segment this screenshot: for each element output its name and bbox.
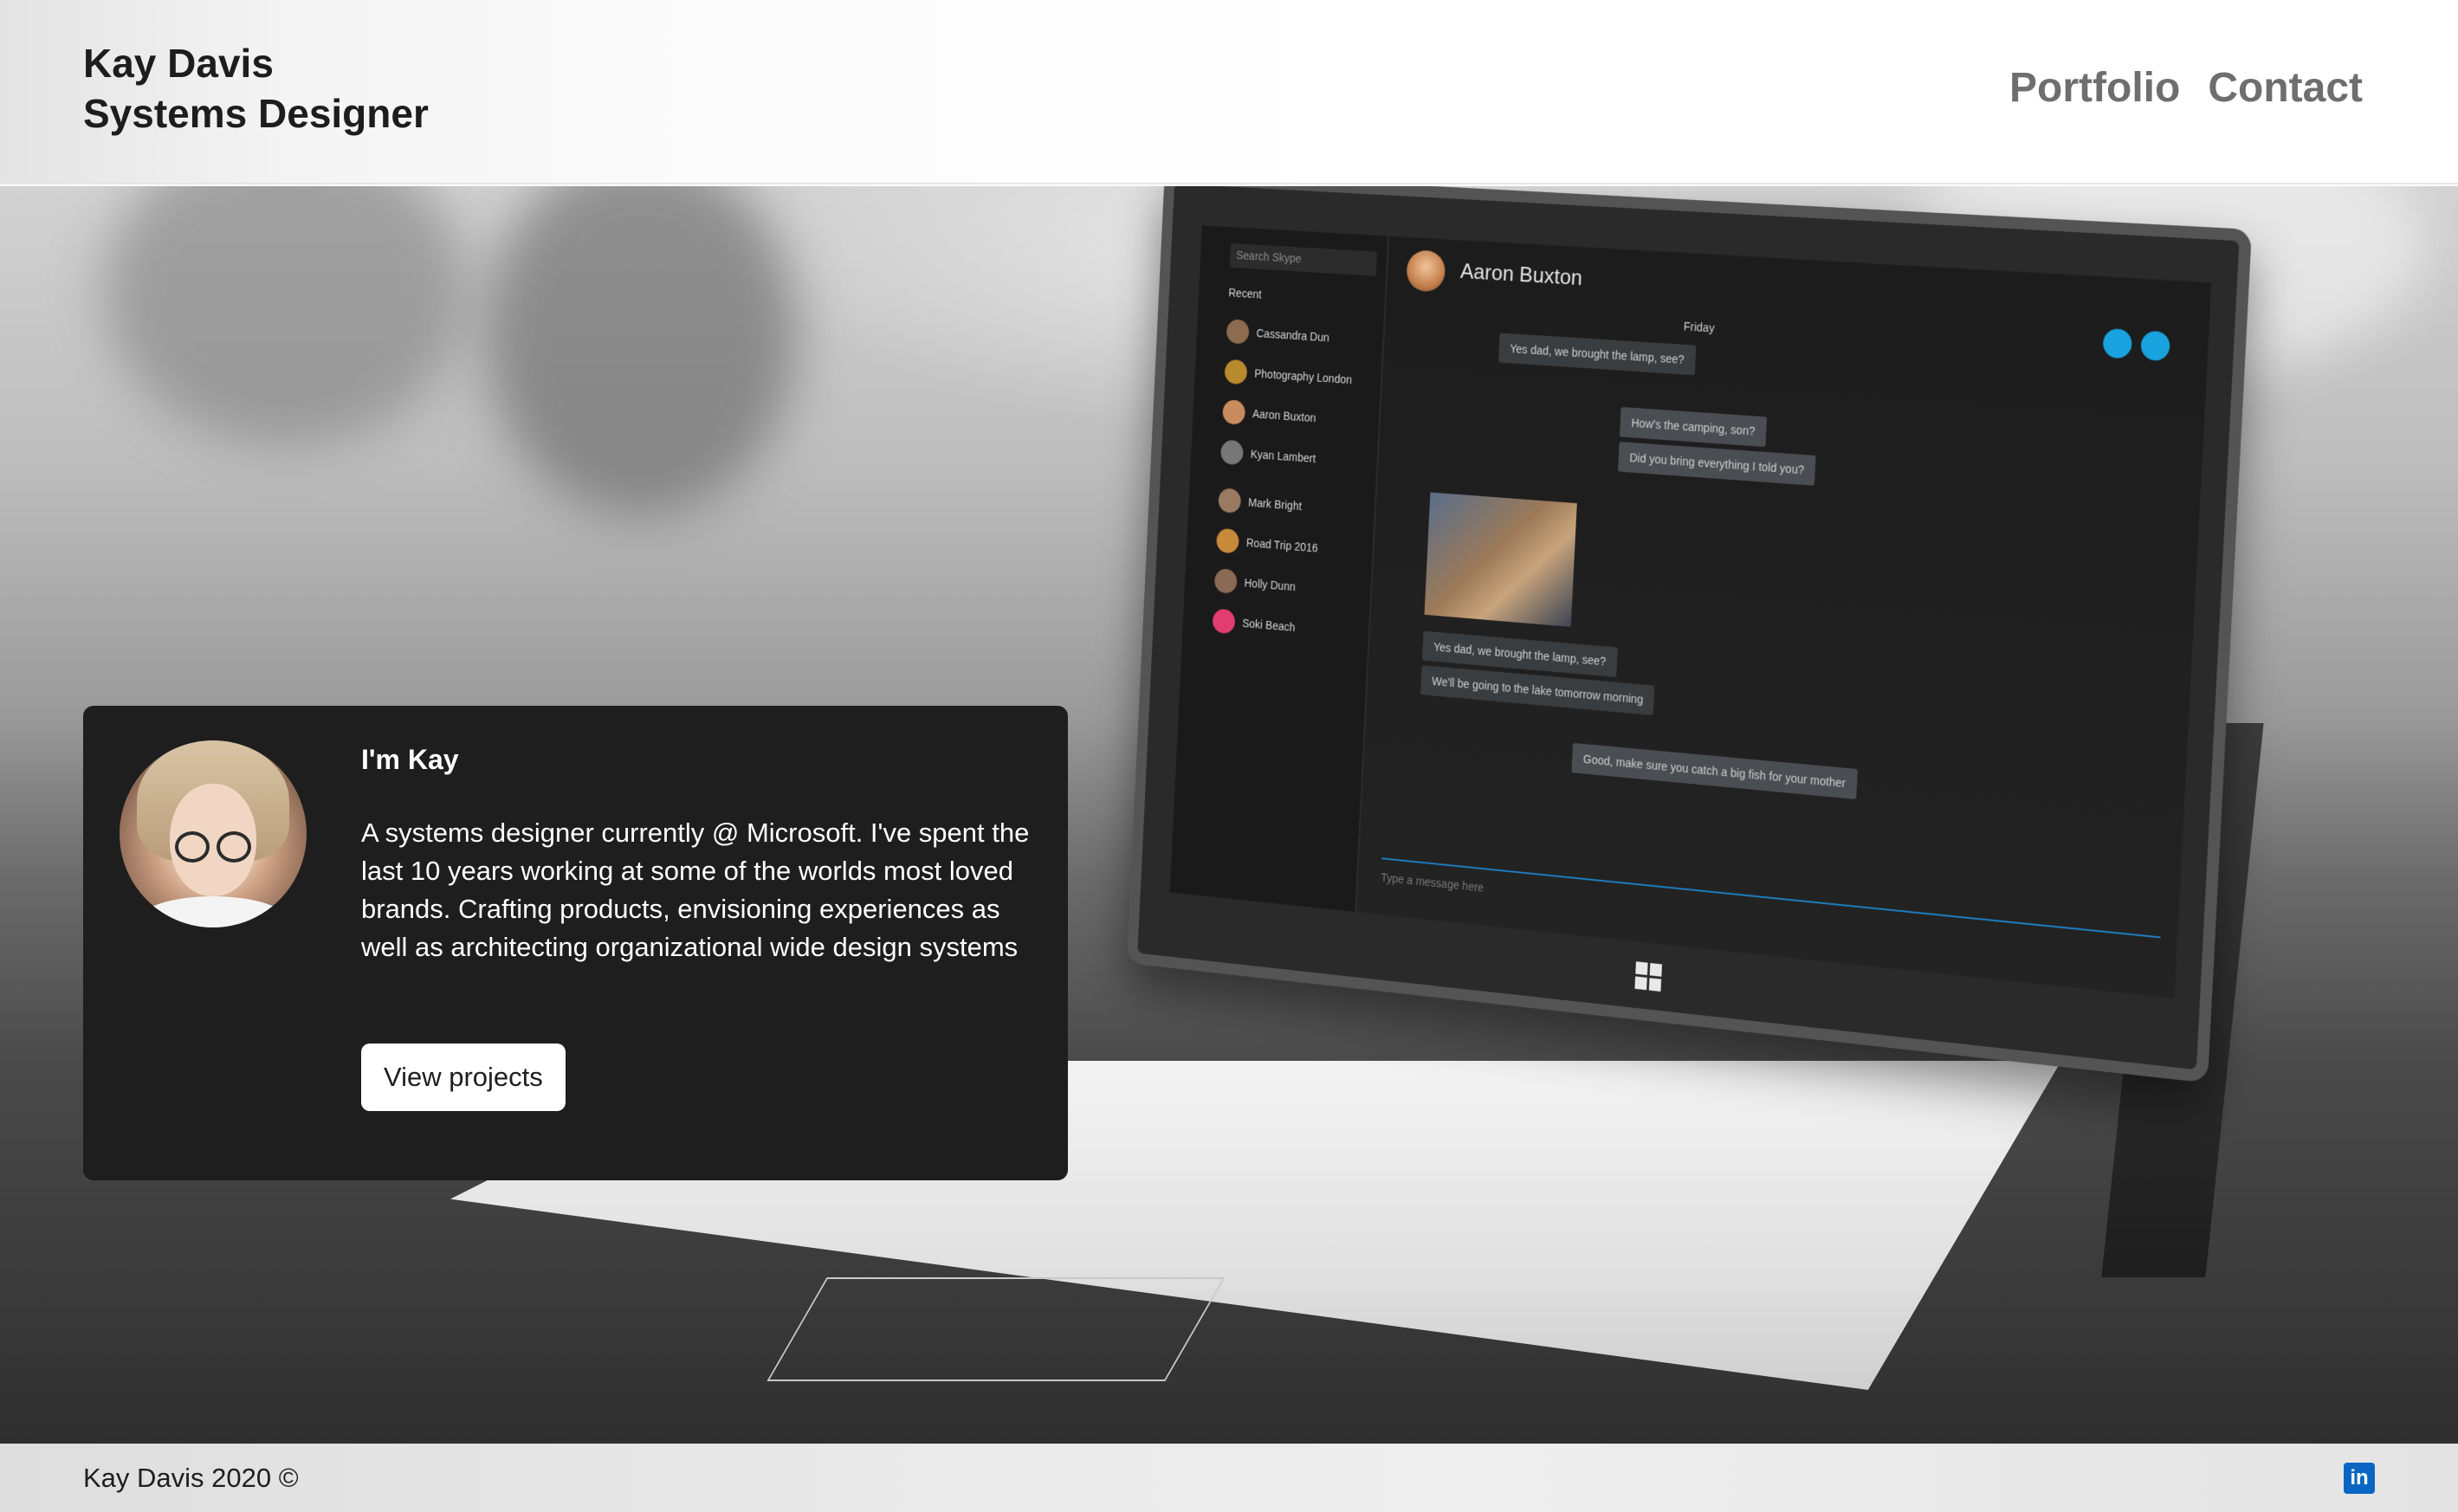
chat-avatar	[1406, 249, 1446, 293]
contact-avatar	[1220, 440, 1244, 466]
contact-avatar	[1222, 399, 1245, 425]
main-nav: Portfolio Contact	[2009, 61, 2363, 116]
glasses-lens	[175, 831, 210, 863]
site-footer: Kay Davis 2020 © in	[0, 1444, 2458, 1512]
contact-name: Kyan Lambert	[1251, 448, 1316, 465]
chat-contact-name: Aaron Buxton	[1459, 258, 1582, 291]
site-header: Kay Davis Systems Designer Portfolio Con…	[0, 0, 2458, 184]
background-blur	[485, 186, 797, 515]
video-call-icon	[2102, 328, 2132, 359]
tablet-trackpad	[767, 1277, 1225, 1381]
intro-heading: I'm Kay	[361, 740, 459, 779]
brand[interactable]: Kay Davis Systems Designer	[83, 38, 429, 139]
chat-message: How's the camping, son?	[1620, 407, 1767, 447]
chat-message: We'll be going to the lake tomorrow morn…	[1420, 665, 1655, 715]
contact-avatar	[1214, 568, 1238, 594]
intro-card: I'm Kay A systems designer currently @ M…	[83, 706, 1068, 1180]
nav-contact-link[interactable]: Contact	[2208, 61, 2363, 116]
tablet-device: Search Skype Recent Cassandra Dun Photog…	[1127, 186, 2252, 1083]
hero-section: Search Skype Recent Cassandra Dun Photog…	[0, 186, 2458, 1444]
app-contact: Photography London	[1224, 356, 1375, 397]
linkedin-icon[interactable]: in	[2344, 1463, 2375, 1494]
contact-name: Road Trip 2016	[1246, 536, 1318, 554]
app-contact: Mark Bright	[1218, 485, 1369, 527]
tablet-screen: Search Skype Recent Cassandra Dun Photog…	[1170, 225, 2212, 998]
chat-message: Good, make sure you catch a big fish for…	[1571, 743, 1857, 799]
app-contact: Kyan Lambert	[1220, 436, 1372, 478]
chat-message: Yes dad, we brought the lamp, see?	[1498, 333, 1696, 375]
avatar-shirt	[137, 896, 289, 927]
contact-name: Soki Beach	[1242, 617, 1296, 634]
app-contact: Road Trip 2016	[1216, 525, 1368, 567]
contact-name: Cassandra Dun	[1256, 326, 1329, 344]
app-contact: Holly Dunn	[1214, 565, 1366, 608]
app-contact: Cassandra Dun	[1226, 316, 1377, 357]
contact-avatar	[1226, 319, 1250, 345]
copyright-text: Kay Davis 2020 ©	[83, 1461, 299, 1496]
app-contact: Soki Beach	[1212, 605, 1363, 649]
background-blur	[104, 186, 468, 446]
intro-description: A systems designer currently @ Microsoft…	[361, 814, 1045, 966]
app-sidebar: Search Skype Recent Cassandra Dun Photog…	[1170, 225, 1389, 912]
view-projects-button[interactable]: View projects	[361, 1044, 566, 1111]
brand-name: Kay Davis	[83, 38, 429, 88]
contact-name: Mark Bright	[1248, 495, 1302, 513]
nav-portfolio-link[interactable]: Portfolio	[2009, 61, 2180, 116]
day-separator: Friday	[1672, 311, 1726, 344]
chat-photo	[1425, 493, 1577, 627]
glasses-lens	[217, 831, 251, 863]
phone-call-icon	[2140, 331, 2170, 362]
profile-avatar	[120, 740, 307, 927]
app-recent-label: Recent	[1228, 277, 1380, 317]
app-contact: Aaron Buxton	[1222, 396, 1374, 437]
brand-role: Systems Designer	[83, 88, 429, 139]
contact-name: Photography London	[1254, 367, 1352, 387]
app-search-input: Search Skype	[1230, 243, 1377, 276]
chat-message: Did you bring everything I told you?	[1618, 442, 1816, 486]
windows-logo-icon	[1634, 961, 1663, 992]
contact-name: Holly Dunn	[1244, 576, 1296, 593]
contact-avatar	[1216, 528, 1239, 554]
contact-avatar	[1224, 359, 1247, 385]
contact-avatar	[1212, 608, 1235, 634]
contact-avatar	[1218, 488, 1241, 514]
contact-name: Aaron Buxton	[1252, 407, 1316, 424]
chat-compose-input: Type a message here	[1380, 857, 2160, 979]
recent-label: Recent	[1228, 286, 1262, 300]
